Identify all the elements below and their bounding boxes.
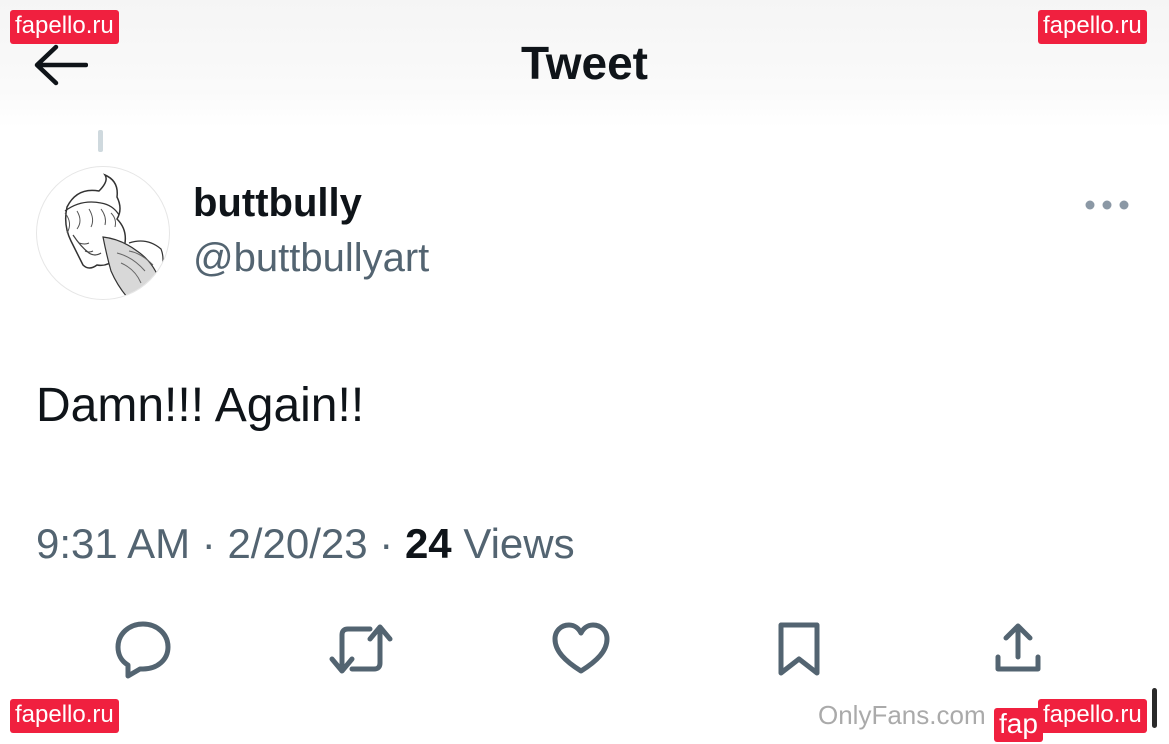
fapello-watermark: fapello.ru <box>1038 699 1147 733</box>
user-handle[interactable]: @buttbullyart <box>193 236 429 281</box>
meta-separator: · <box>379 520 394 567</box>
fapello-watermark-partial: fap <box>994 708 1043 742</box>
reply-button[interactable] <box>108 614 178 684</box>
bookmark-button[interactable] <box>764 614 834 684</box>
reply-icon <box>115 621 171 679</box>
fapello-watermark: fapello.ru <box>1038 10 1147 44</box>
share-icon <box>995 623 1041 672</box>
share-button[interactable] <box>983 614 1053 684</box>
views-label[interactable]: Views <box>463 520 574 567</box>
meta-separator: · <box>201 520 216 567</box>
tweet-meta: 9:31 AM · 2/20/23 · 24 Views <box>36 520 575 568</box>
like-button[interactable] <box>546 614 616 684</box>
retweet-icon <box>329 624 393 674</box>
more-horizontal-icon <box>1085 200 1129 210</box>
avatar-illustration <box>64 173 164 298</box>
views-count[interactable]: 24 <box>405 520 452 567</box>
bookmark-icon <box>778 622 820 676</box>
thread-line <box>98 130 103 152</box>
tweet-text: Damn!!! Again!! <box>36 379 365 432</box>
heart-icon <box>552 622 610 674</box>
retweet-button[interactable] <box>326 614 396 684</box>
tweet-time[interactable]: 9:31 AM <box>36 520 190 567</box>
scroll-indicator[interactable] <box>1152 688 1157 728</box>
more-options-button[interactable] <box>1082 192 1132 218</box>
onlyfans-watermark: OnlyFans.com <box>818 700 986 730</box>
fapello-watermark: fapello.ru <box>10 699 119 733</box>
tweet-date[interactable]: 2/20/23 <box>227 520 367 567</box>
fapello-watermark: fapello.ru <box>10 10 119 44</box>
page-title: Tweet <box>521 37 648 89</box>
avatar[interactable] <box>36 166 170 300</box>
display-name[interactable]: buttbully <box>193 181 362 226</box>
